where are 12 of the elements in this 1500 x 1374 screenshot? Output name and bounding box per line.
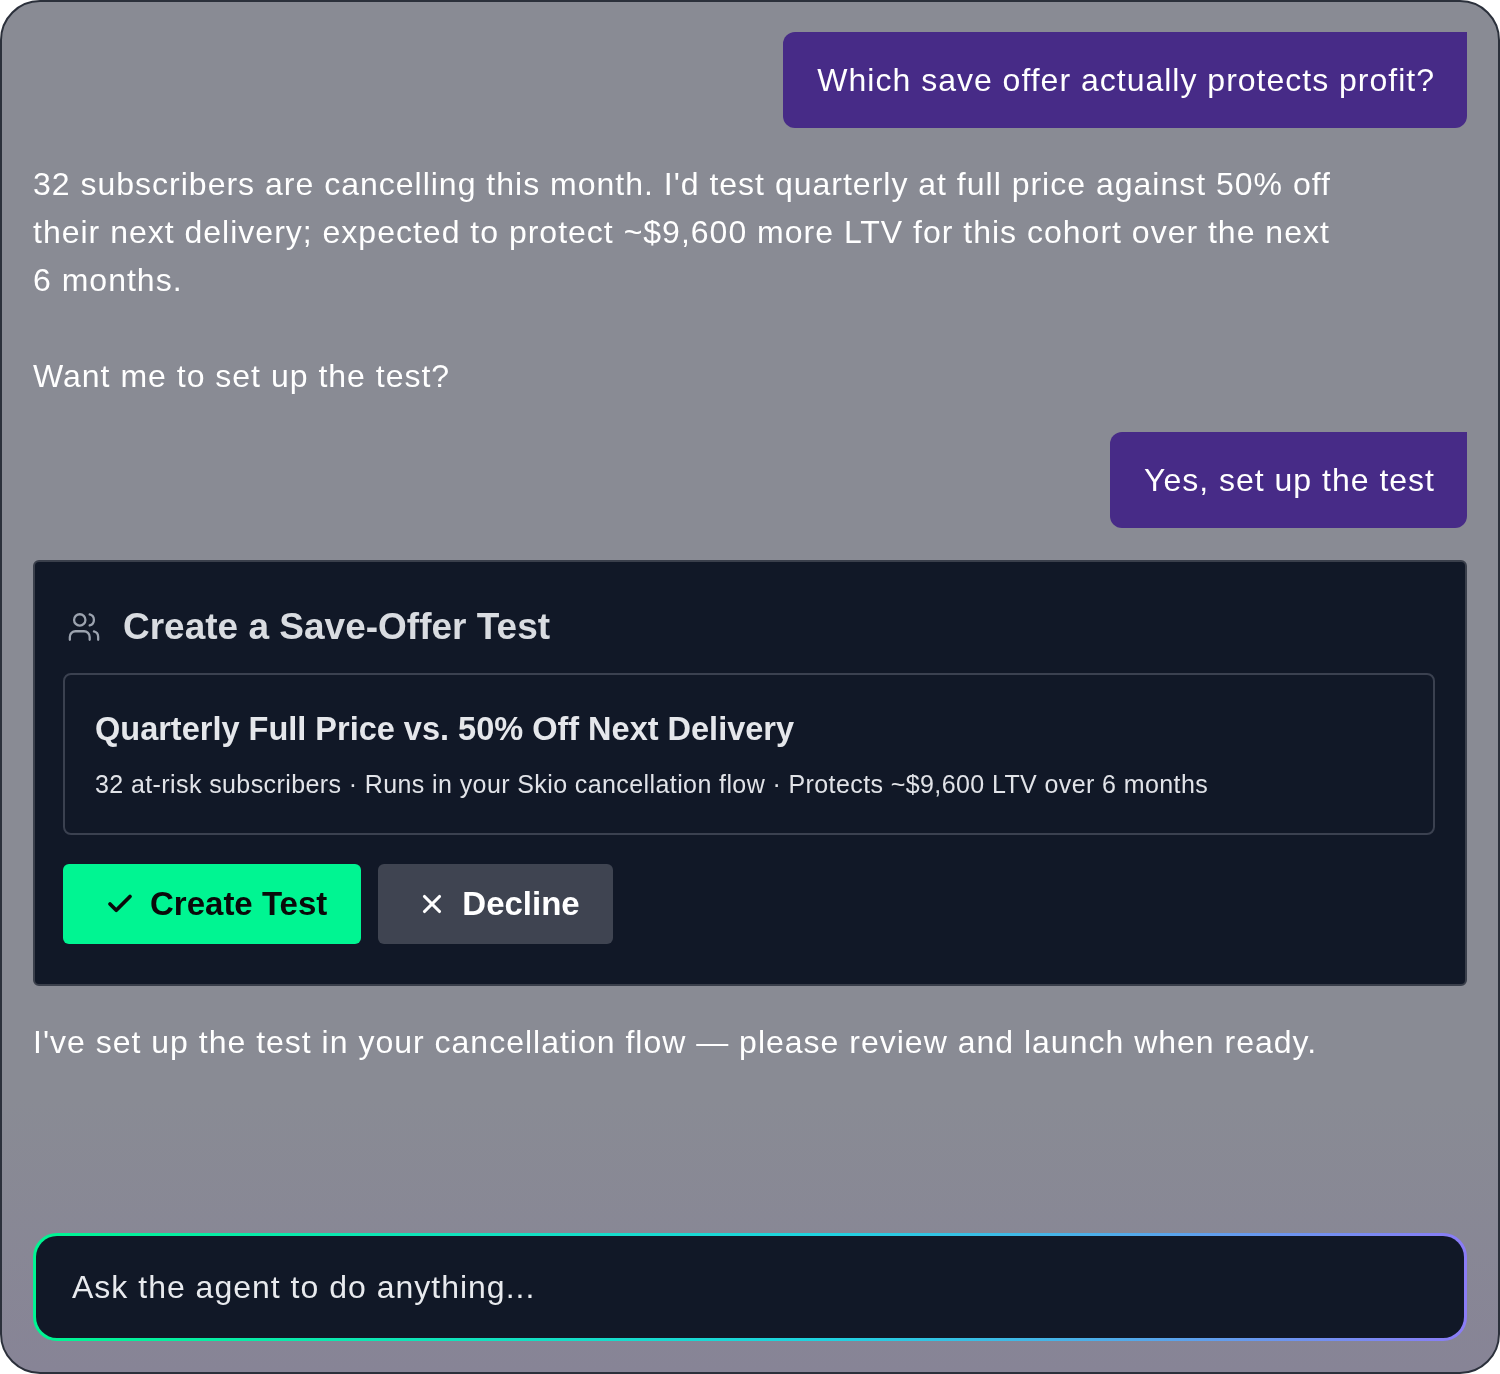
card-title: Create a Save-Offer Test (123, 605, 551, 649)
assistant-message-text: I've set up the test in your cancellation flow — please review and launch when ready. (33, 1023, 1319, 1062)
chat-input[interactable]: Ask the agent to do anything... (33, 1233, 1467, 1341)
assistant-message-text: Want me to set up the test? (33, 357, 452, 396)
offer-details: 32 at-risk subscribers · Runs in your Skio cancellation flow · Protects ~$9,600 LTV over 6 months (95, 769, 1210, 800)
create-test-button[interactable]: Create Test (63, 864, 362, 944)
users-icon (66, 610, 102, 644)
user-message-bubble: Which save offer actually protects profit? (783, 32, 1467, 128)
decline-button[interactable]: Decline (378, 864, 613, 944)
offer-title: Quarterly Full Price vs. 50% Off Next Delivery (95, 710, 796, 749)
user-message-bubble: Yes, set up the test (1110, 432, 1467, 528)
assistant-message-text: 32 subscribers are cancelling this month. I'd test quarterly at full price against 50% off their next delivery; expected to protect ~$9,600 more LTV for this cohort over the next 6 months. (33, 165, 1332, 300)
